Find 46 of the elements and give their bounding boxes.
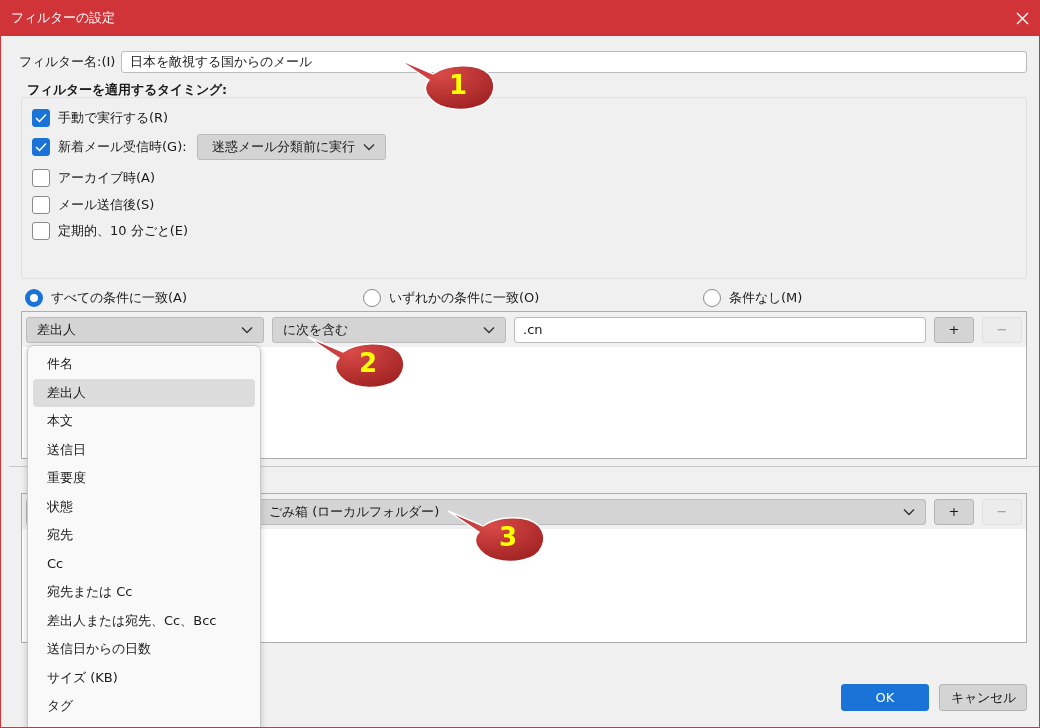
timing-dropdown[interactable]: 迷惑メール分類前に実行: [196, 134, 386, 160]
chevron-icon: [903, 507, 915, 516]
menu-item[interactable]: Cc: [33, 549, 255, 578]
condition-value-field[interactable]: .cn: [514, 316, 926, 343]
window-title: フィルターの設定: [11, 9, 115, 27]
ok-button[interactable]: OK: [841, 684, 929, 711]
radio-label: いずれかの条件に一致(O): [389, 289, 540, 307]
filter-name-field[interactable]: 日本を敵視する国からのメール: [121, 51, 1027, 73]
checkbox[interactable]: [32, 138, 50, 156]
checkbox-label: アーカイブ時(A): [58, 169, 156, 187]
checkbox-label: 新着メール受信時(G):: [58, 138, 187, 156]
radio-button[interactable]: [703, 289, 721, 307]
menu-item[interactable]: 送信日: [33, 435, 255, 464]
cancel-button[interactable]: キャンセル: [939, 684, 1027, 711]
menu-item[interactable]: 差出人または宛先、Cc、Bcc: [33, 606, 255, 635]
check-icon: [35, 142, 47, 152]
checkbox[interactable]: [32, 196, 50, 214]
menu-item[interactable]: 送信日からの日数: [33, 635, 255, 664]
chevron-icon: [362, 143, 375, 151]
chevron-icon: [241, 325, 253, 334]
checkbox[interactable]: [32, 222, 50, 240]
menu-item[interactable]: 宛先または Cc: [33, 578, 255, 607]
timing-group-label: フィルターを適用するタイミング:: [27, 81, 227, 98]
operator-dropdown[interactable]: に次を含む: [272, 316, 506, 343]
menu-item[interactable]: 差出人: [33, 378, 255, 407]
checkbox[interactable]: [32, 169, 50, 187]
field-dropdown[interactable]: 差出人: [26, 316, 264, 343]
radio-label: すべての条件に一致(A): [51, 289, 188, 307]
menu-item[interactable]: 本文: [33, 407, 255, 436]
radio-label: 条件なし(M): [729, 289, 803, 307]
chevron-icon: [483, 325, 495, 334]
radio-button[interactable]: [363, 289, 381, 307]
menu-item[interactable]: タグ: [33, 692, 255, 721]
menu-item[interactable]: 件名: [33, 350, 255, 379]
check-icon: [35, 113, 47, 123]
menu-item[interactable]: サイズ (KB): [33, 663, 255, 692]
add-button[interactable]: +: [934, 316, 974, 343]
checkbox[interactable]: [32, 109, 50, 127]
checkbox-label: 定期的、10 分ごと(E): [58, 222, 189, 240]
radio-button[interactable]: [25, 289, 43, 307]
filter-name-label: フィルター名:(I): [19, 53, 116, 71]
add-button[interactable]: +: [934, 498, 974, 525]
checkbox-label: 手動で実行する(R): [58, 109, 169, 127]
checkbox-label: メール送信後(S): [58, 196, 155, 214]
close-icon[interactable]: [1016, 11, 1029, 25]
menu-item[interactable]: 重要度: [33, 464, 255, 493]
